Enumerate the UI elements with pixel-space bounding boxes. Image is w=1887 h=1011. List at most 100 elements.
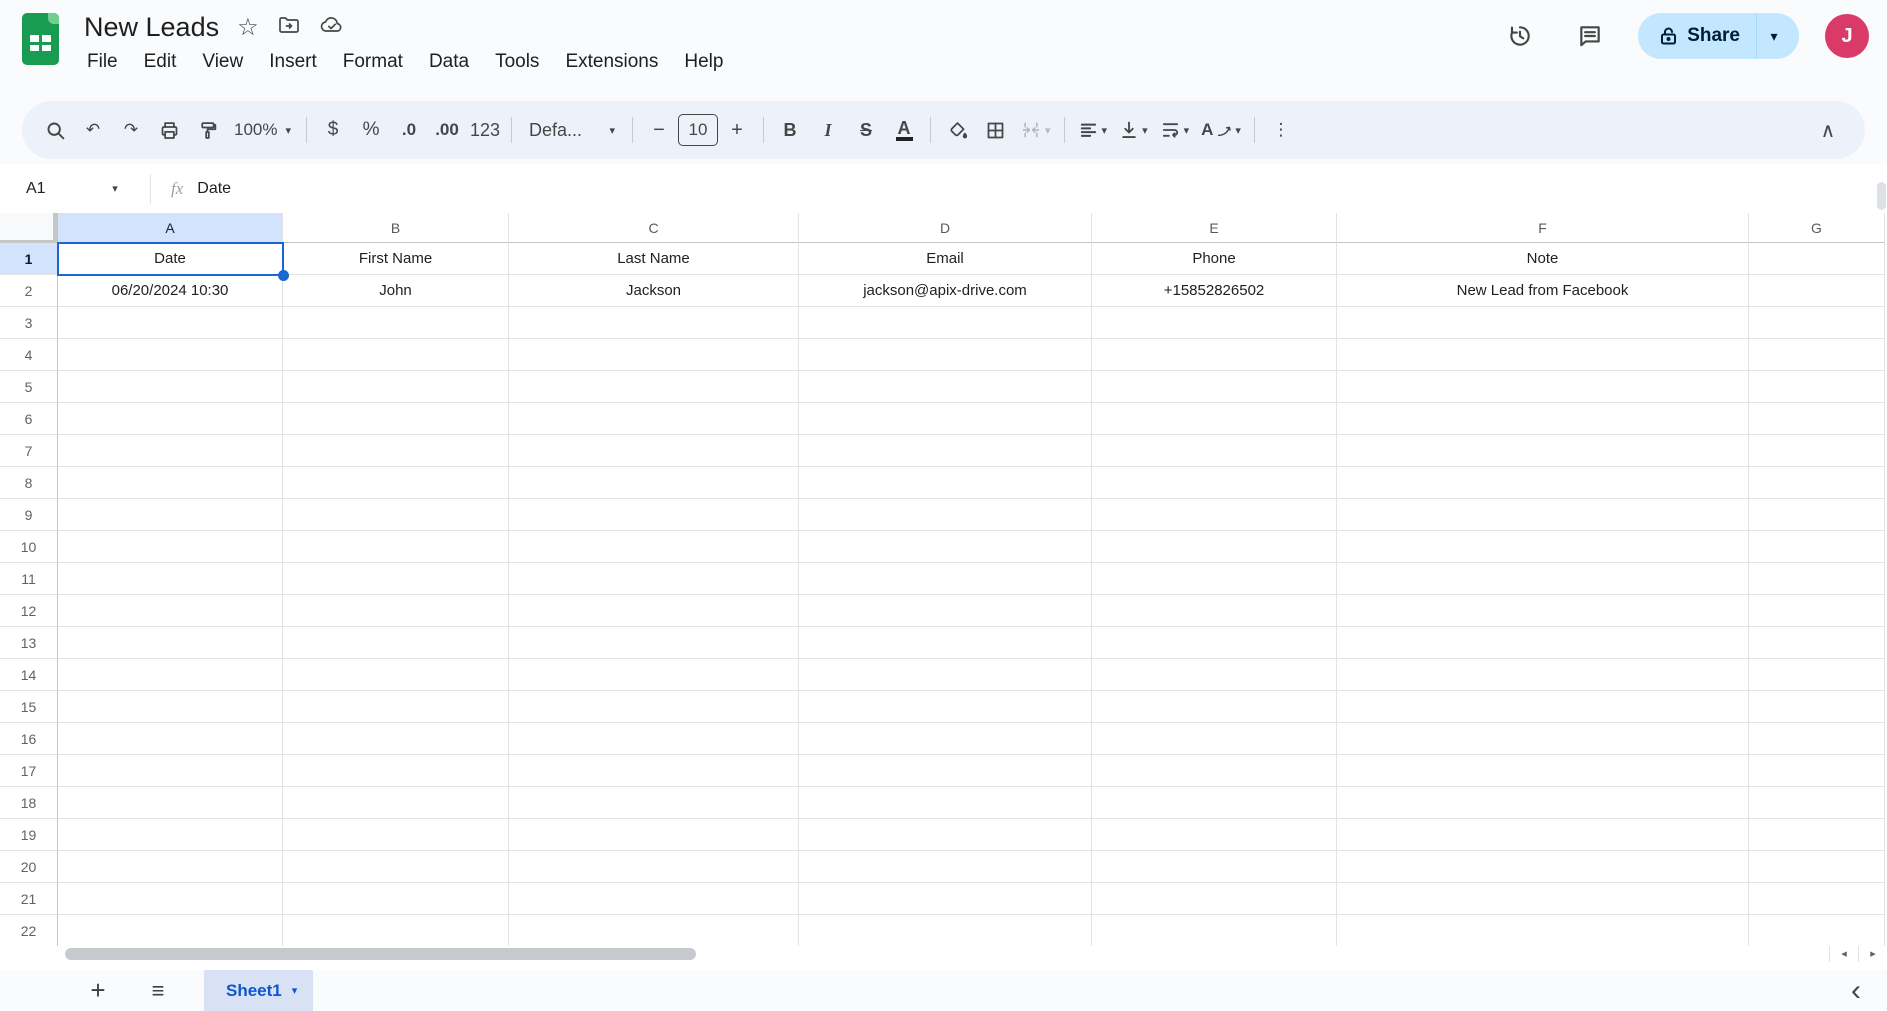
cell-D22[interactable] <box>799 915 1092 947</box>
cloud-saved-icon[interactable] <box>319 13 345 42</box>
cell-C19[interactable] <box>509 819 799 851</box>
row-header-22[interactable]: 22 <box>0 915 58 947</box>
cell-G4[interactable] <box>1749 339 1885 371</box>
menu-help[interactable]: Help <box>671 48 736 76</box>
cell-F20[interactable] <box>1337 851 1749 883</box>
cell-D5[interactable] <box>799 371 1092 403</box>
row-header-12[interactable]: 12 <box>0 595 58 627</box>
cell-B13[interactable] <box>283 627 509 659</box>
name-box[interactable]: A1 <box>0 180 96 198</box>
vertical-scrollbar-thumb[interactable] <box>1877 182 1886 210</box>
cell-B12[interactable] <box>283 595 509 627</box>
cell-A3[interactable] <box>58 307 283 339</box>
redo-button[interactable]: ↷ <box>112 110 150 150</box>
cell-G8[interactable] <box>1749 467 1885 499</box>
cell-D19[interactable] <box>799 819 1092 851</box>
menu-view[interactable]: View <box>189 48 256 76</box>
cell-F1[interactable]: Note <box>1337 243 1749 275</box>
currency-format-button[interactable]: $ <box>314 110 352 150</box>
row-header-10[interactable]: 10 <box>0 531 58 563</box>
cell-F3[interactable] <box>1337 307 1749 339</box>
row-header-21[interactable]: 21 <box>0 883 58 915</box>
strikethrough-button[interactable]: S <box>847 110 885 150</box>
more-options-button[interactable]: ⋮ <box>1262 110 1300 150</box>
horizontal-scrollbar[interactable]: ◂ ▸ <box>0 946 1887 962</box>
add-sheet-button[interactable]: + <box>80 975 116 1006</box>
cell-D9[interactable] <box>799 499 1092 531</box>
cell-F12[interactable] <box>1337 595 1749 627</box>
cell-C7[interactable] <box>509 435 799 467</box>
cell-A8[interactable] <box>58 467 283 499</box>
cell-D7[interactable] <box>799 435 1092 467</box>
vertical-align-button[interactable]: ▾ <box>1113 110 1154 150</box>
cell-E19[interactable] <box>1092 819 1337 851</box>
cell-B6[interactable] <box>283 403 509 435</box>
cell-D17[interactable] <box>799 755 1092 787</box>
cell-E18[interactable] <box>1092 787 1337 819</box>
menu-edit[interactable]: Edit <box>131 48 190 76</box>
cell-B5[interactable] <box>283 371 509 403</box>
cell-F19[interactable] <box>1337 819 1749 851</box>
cell-B2[interactable]: John <box>283 275 509 307</box>
cell-F10[interactable] <box>1337 531 1749 563</box>
cell-D6[interactable] <box>799 403 1092 435</box>
decrease-decimal-button[interactable]: .0 <box>390 110 428 150</box>
cell-F16[interactable] <box>1337 723 1749 755</box>
cell-A16[interactable] <box>58 723 283 755</box>
cell-G1[interactable] <box>1749 243 1885 275</box>
cell-B11[interactable] <box>283 563 509 595</box>
borders-button[interactable] <box>976 110 1014 150</box>
bold-button[interactable]: B <box>771 110 809 150</box>
cell-F9[interactable] <box>1337 499 1749 531</box>
sheets-logo-icon[interactable] <box>22 13 59 65</box>
cell-C20[interactable] <box>509 851 799 883</box>
cell-B10[interactable] <box>283 531 509 563</box>
cell-F7[interactable] <box>1337 435 1749 467</box>
font-size-input[interactable]: 10 <box>678 114 718 146</box>
number-format-button[interactable]: 123 <box>466 110 504 150</box>
share-dropdown-caret[interactable]: ▾ <box>1757 28 1791 45</box>
cell-F11[interactable] <box>1337 563 1749 595</box>
cell-C11[interactable] <box>509 563 799 595</box>
cell-B21[interactable] <box>283 883 509 915</box>
cell-D14[interactable] <box>799 659 1092 691</box>
cell-B4[interactable] <box>283 339 509 371</box>
menu-insert[interactable]: Insert <box>256 48 330 76</box>
print-button[interactable] <box>150 110 188 150</box>
row-header-3[interactable]: 3 <box>0 307 58 339</box>
cell-F8[interactable] <box>1337 467 1749 499</box>
row-header-7[interactable]: 7 <box>0 435 58 467</box>
cell-C17[interactable] <box>509 755 799 787</box>
cell-A6[interactable] <box>58 403 283 435</box>
cell-E1[interactable]: Phone <box>1092 243 1337 275</box>
italic-button[interactable]: I <box>809 110 847 150</box>
row-header-17[interactable]: 17 <box>0 755 58 787</box>
sheet-tab-sheet1[interactable]: Sheet1 ▾ <box>204 970 313 1011</box>
all-sheets-button[interactable]: ≡ <box>140 978 176 1004</box>
comments-icon[interactable] <box>1568 14 1612 58</box>
cell-F13[interactable] <box>1337 627 1749 659</box>
row-header-8[interactable]: 8 <box>0 467 58 499</box>
cell-E10[interactable] <box>1092 531 1337 563</box>
row-header-20[interactable]: 20 <box>0 851 58 883</box>
cell-E15[interactable] <box>1092 691 1337 723</box>
cell-G22[interactable] <box>1749 915 1885 947</box>
cell-A15[interactable] <box>58 691 283 723</box>
cell-C1[interactable]: Last Name <box>509 243 799 275</box>
row-header-15[interactable]: 15 <box>0 691 58 723</box>
menu-data[interactable]: Data <box>416 48 482 76</box>
row-header-5[interactable]: 5 <box>0 371 58 403</box>
text-wrapping-button[interactable]: ▾ <box>1154 110 1196 150</box>
cell-G21[interactable] <box>1749 883 1885 915</box>
search-icon[interactable] <box>36 110 74 150</box>
column-header-A[interactable]: A <box>58 213 283 243</box>
cell-B8[interactable] <box>283 467 509 499</box>
cell-E7[interactable] <box>1092 435 1337 467</box>
cell-G7[interactable] <box>1749 435 1885 467</box>
cell-F22[interactable] <box>1337 915 1749 947</box>
percent-format-button[interactable]: % <box>352 110 390 150</box>
cell-C16[interactable] <box>509 723 799 755</box>
cell-C22[interactable] <box>509 915 799 947</box>
cell-A2[interactable]: 06/20/2024 10:30 <box>58 275 283 307</box>
column-header-E[interactable]: E <box>1092 213 1337 243</box>
